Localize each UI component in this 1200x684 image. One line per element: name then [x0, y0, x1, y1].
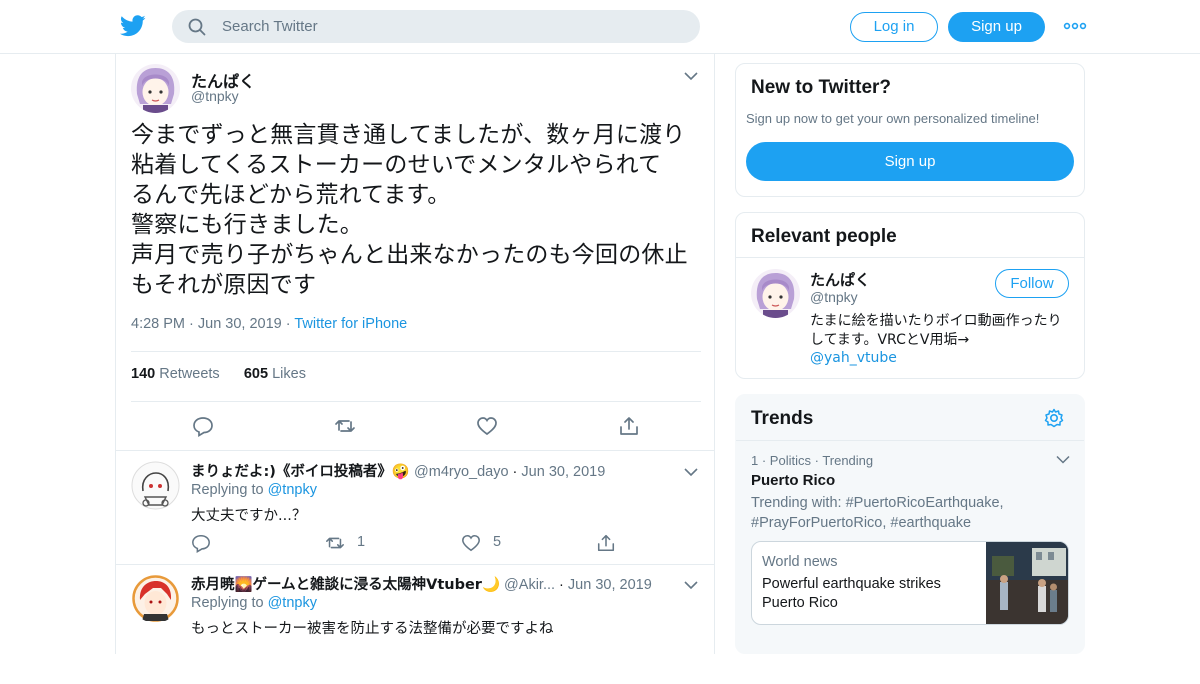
tweet-date[interactable]: Jun 30, 2019 [198, 316, 282, 332]
reply-author-handle[interactable]: @Akir... [504, 577, 555, 593]
likes-stat[interactable]: 605 Likes [244, 366, 306, 382]
new-to-twitter-subtitle: Sign up now to get your own personalized… [746, 111, 1040, 126]
chevron-down-icon[interactable] [684, 467, 698, 477]
replying-to-link[interactable]: @tnpky [268, 482, 317, 498]
trend-hashtag[interactable]: #PuertoRicoEarthquake [846, 495, 1000, 511]
trend-name[interactable]: Puerto Rico [751, 472, 835, 489]
search-icon [188, 18, 206, 36]
reply-text: 大丈夫ですか...？ [191, 508, 307, 524]
chevron-down-icon[interactable] [684, 580, 698, 590]
avatar[interactable] [131, 574, 180, 623]
divider [736, 440, 1084, 441]
search-input[interactable] [222, 10, 682, 43]
chevron-down-icon[interactable] [1056, 455, 1070, 464]
trend-hashtag[interactable]: #earthquake [890, 515, 971, 531]
relevant-user-handle[interactable]: @tnpky [810, 289, 858, 305]
reply-tweet[interactable]: 赤月暁🌄ゲームと雑談に浸る太陽神Vtuber🌙 @Akir... · Jun 3… [116, 564, 714, 684]
reply-date[interactable]: Jun 30, 2019 [521, 464, 605, 480]
new-to-twitter-card: New to Twitter? Sign up now to get your … [735, 63, 1085, 197]
reply-text: もっとストーカー被害を防止する法整備が必要ですよね [191, 621, 554, 637]
signup-button[interactable]: Sign up [948, 12, 1045, 42]
reply-author-name[interactable]: 赤月暁🌄ゲームと雑談に浸る太陽神Vtuber🌙 [191, 577, 500, 593]
avatar[interactable] [131, 64, 180, 113]
like-heart-icon [462, 534, 480, 552]
reply-author-handle[interactable]: @m4ryo_dayo [414, 464, 509, 480]
replying-to-link[interactable]: @tnpky [268, 595, 317, 611]
reply-tweet[interactable]: まりょだよ:)《ボイロ投稿者》🤪 @m4ryo_dayo · Jun 30, 2… [116, 451, 714, 564]
replying-to: Replying to @tnpky [191, 482, 317, 498]
tweet-column: たんぱく @tnpky 今までずっと無言貫き通してましたが、数ヶ月に渡り 粘着し… [115, 54, 715, 654]
like-heart-icon[interactable] [476, 415, 498, 437]
reply-actions: 1 5 [191, 533, 651, 553]
twitter-bird-logo-icon[interactable] [120, 14, 146, 38]
replying-to: Replying to @tnpky [191, 595, 317, 611]
tweet-time[interactable]: 4:28 PM [131, 316, 185, 332]
reply-icon[interactable] [192, 415, 214, 437]
share-icon [597, 534, 615, 552]
news-headline: Powerful earthquake strikes Puerto Rico [762, 576, 941, 611]
more-options-icon[interactable] [1063, 18, 1087, 34]
relevant-people-card: Relevant people たんぱく @tnpky Follow たまに絵を… [735, 212, 1085, 379]
retweet-count: 1 [357, 534, 366, 550]
relevant-user-bio: たまに絵を描いたりボイロ動画作ったりしてます。VRCとV用垢→ @yah_vtub… [810, 313, 1062, 366]
retweets-stat[interactable]: 140 Retweets [131, 366, 220, 382]
tweet-stats: 140 Retweets 605 Likes [131, 366, 306, 382]
avatar[interactable] [751, 269, 800, 318]
relevant-people-title: Relevant people [751, 226, 897, 247]
trend-hashtag[interactable]: #PrayForPuertoRico [751, 515, 882, 531]
sidebar-signup-button[interactable]: Sign up [746, 142, 1074, 181]
like-count: 5 [493, 534, 502, 550]
relevant-user-name[interactable]: たんぱく [810, 269, 870, 290]
news-card[interactable]: World news Powerful earthquake strikes P… [751, 541, 1069, 625]
chevron-down-icon[interactable] [684, 71, 698, 81]
reply-icon [192, 534, 210, 553]
retweet-icon[interactable] [334, 415, 356, 437]
news-category: World news [762, 554, 838, 570]
tweet-source-link[interactable]: Twitter for iPhone [294, 316, 407, 332]
reply-author-name[interactable]: まりょだよ:)《ボイロ投稿者》🤪 [191, 464, 410, 480]
trends-card: Trends 1 · Politics · Trending Puerto Ri… [735, 394, 1085, 654]
login-button[interactable]: Log in [850, 12, 938, 42]
search-box[interactable] [172, 10, 700, 43]
bio-link[interactable]: @yah_vtube [810, 350, 897, 366]
news-photo [986, 542, 1068, 624]
reply-header: まりょだよ:)《ボイロ投稿者》🤪 @m4ryo_dayo · Jun 30, 2… [191, 464, 606, 480]
divider [736, 257, 1084, 258]
divider [131, 401, 701, 402]
reply-date[interactable]: Jun 30, 2019 [568, 577, 652, 593]
divider [131, 351, 701, 352]
trend-meta: 1 · Politics · Trending [751, 453, 874, 468]
reply-header: 赤月暁🌄ゲームと雑談に浸る太陽神Vtuber🌙 @Akir... · Jun 3… [191, 577, 652, 593]
tweet-timestamp: 4:28 PM · Jun 30, 2019 · Twitter for iPh… [131, 316, 408, 332]
tweet-text: 今までずっと無言貫き通してましたが、数ヶ月に渡り 粘着してくるストーカーのせいで… [131, 122, 688, 298]
retweet-icon [326, 537, 344, 549]
author-handle[interactable]: @tnpky [191, 88, 239, 104]
share-icon[interactable] [618, 415, 640, 437]
top-navigation-bar: Log in Sign up [0, 0, 1200, 54]
follow-button[interactable]: Follow [995, 269, 1069, 298]
trending-with: Trending with: #PuertoRicoEarthquake, #P… [751, 495, 1004, 531]
gear-icon[interactable] [1044, 408, 1064, 428]
new-to-twitter-title: New to Twitter? [751, 77, 892, 98]
trends-title: Trends [751, 408, 814, 429]
avatar[interactable] [131, 461, 180, 510]
